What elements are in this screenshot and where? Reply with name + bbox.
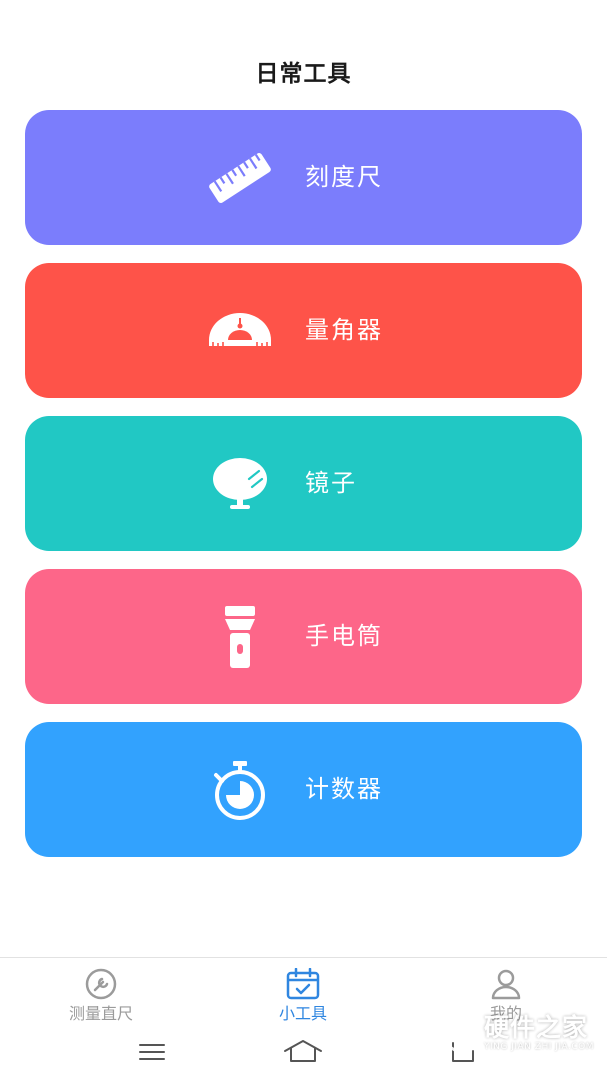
home-icon[interactable]	[283, 1037, 323, 1067]
tool-card-ruler[interactable]: 刻度尺	[25, 110, 582, 245]
flashlight-icon	[205, 602, 275, 672]
tool-card-flashlight[interactable]: 手电筒	[25, 569, 582, 704]
tool-card-protractor[interactable]: 量角器	[25, 263, 582, 398]
page-title: 日常工具	[255, 61, 352, 87]
user-icon	[488, 968, 524, 1000]
nav-item-mine[interactable]: 我的	[405, 958, 607, 1028]
back-icon[interactable]	[443, 1037, 483, 1067]
tool-label: 刻度尺	[305, 163, 383, 191]
tools-page: 日常工具 刻度尺 量角器 镜子 手电筒 计数器 测量直尺 小工具 我的 硬件之家…	[0, 0, 607, 1080]
bottom-nav: 测量直尺 小工具 我的	[0, 957, 607, 1028]
nav-label: 小工具	[278, 1004, 327, 1023]
tool-label: 计数器	[305, 775, 383, 803]
protractor-icon	[205, 296, 275, 366]
stopwatch-icon	[205, 755, 275, 825]
nav-item-measure-ruler[interactable]: 测量直尺	[0, 958, 202, 1028]
ruler-icon	[205, 143, 275, 213]
tool-card-counter[interactable]: 计数器	[25, 722, 582, 857]
menu-icon[interactable]	[132, 1037, 172, 1067]
calendar-check-icon	[285, 967, 321, 1000]
tool-label: 量角器	[305, 316, 383, 344]
mirror-icon	[205, 449, 275, 519]
wrench-icon	[83, 968, 119, 1000]
nav-label: 我的	[489, 1004, 522, 1023]
tool-label: 手电筒	[305, 622, 383, 650]
nav-label: 测量直尺	[68, 1004, 133, 1023]
nav-item-tools[interactable]: 小工具	[202, 958, 404, 1028]
system-nav-bar	[0, 1027, 607, 1080]
tool-card-mirror[interactable]: 镜子	[25, 416, 582, 551]
tool-label: 镜子	[305, 469, 357, 497]
